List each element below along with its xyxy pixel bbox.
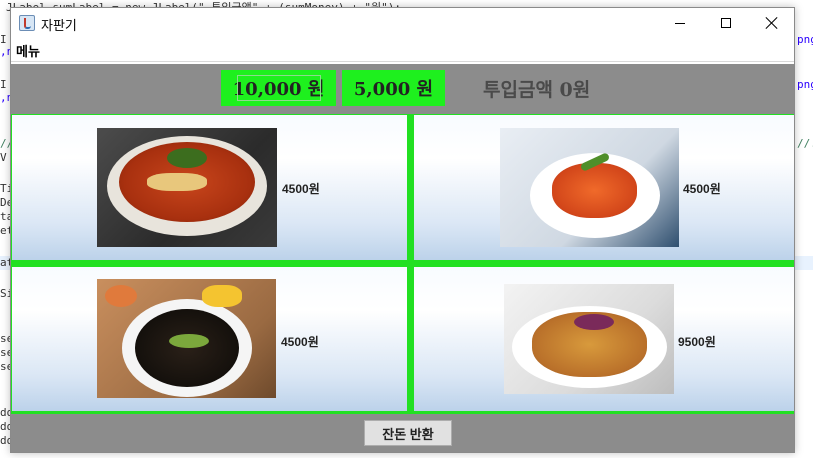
code-fragment: png xyxy=(797,33,813,46)
java-cup-icon xyxy=(19,15,35,31)
menu-bar: 메뉴 xyxy=(11,38,794,62)
item-price: 4500원 xyxy=(683,182,721,196)
minimize-icon xyxy=(675,23,685,24)
code-fragment: png xyxy=(797,78,813,91)
menu-item-4[interactable]: 9500원 xyxy=(414,267,794,411)
tangsuyuk-photo[interactable] xyxy=(504,284,674,394)
change-panel: 잔돈 반환 xyxy=(11,412,794,452)
maximize-button[interactable] xyxy=(703,8,749,38)
close-icon xyxy=(765,16,779,30)
menu-item-2[interactable]: 4500원 xyxy=(414,115,794,260)
coin-panel: 10,000 원 5,000 원 투입금액 0원 xyxy=(11,64,794,114)
inserted-amount-label: 투입금액 0원 xyxy=(483,79,591,101)
code-line: I xyxy=(0,78,7,91)
insert-5000-button[interactable]: 5,000 원 xyxy=(342,70,445,106)
window-title: 자판기 xyxy=(41,19,77,34)
maximize-icon xyxy=(721,18,731,28)
menu-item-3[interactable]: 4500원 xyxy=(12,267,407,411)
focus-ring xyxy=(237,75,321,101)
insert-10000-button[interactable]: 10,000 원 xyxy=(221,70,336,106)
radish-side xyxy=(202,285,242,307)
title-bar[interactable]: 자판기 xyxy=(11,8,794,38)
kkanpunggi-photo[interactable] xyxy=(500,128,679,247)
kimchi-side xyxy=(105,285,137,307)
code-line: V xyxy=(0,151,7,164)
green-onion xyxy=(169,334,209,348)
vending-content: 10,000 원 5,000 원 투입금액 0원 4500원 4500원 450… xyxy=(11,64,794,452)
vending-machine-window: 자판기 메뉴 10,000 원 5,000 원 투입금액 0원 4500원 45… xyxy=(10,7,795,453)
noodles xyxy=(147,173,207,191)
item-price: 4500원 xyxy=(281,335,319,349)
menu-item-1[interactable]: 4500원 xyxy=(12,115,407,260)
close-button[interactable] xyxy=(749,8,795,38)
menu-grid: 4500원 4500원 4500원 9500원 xyxy=(11,114,794,412)
minimize-button[interactable] xyxy=(657,8,703,38)
fried-shrimp xyxy=(552,163,637,218)
topping xyxy=(167,148,207,168)
code-fragment: //. xyxy=(797,137,813,150)
return-change-button[interactable]: 잔돈 반환 xyxy=(364,420,452,446)
item-price: 4500원 xyxy=(282,182,320,196)
menu-item-menu[interactable]: 메뉴 xyxy=(16,41,40,60)
red-cabbage xyxy=(574,314,614,330)
jajangmyeon-photo[interactable] xyxy=(97,279,276,398)
black-bean-sauce xyxy=(135,309,239,387)
jjamppong-photo[interactable] xyxy=(97,128,277,247)
item-price: 9500원 xyxy=(678,335,716,349)
insert-5000-label: 5,000 원 xyxy=(353,79,434,100)
